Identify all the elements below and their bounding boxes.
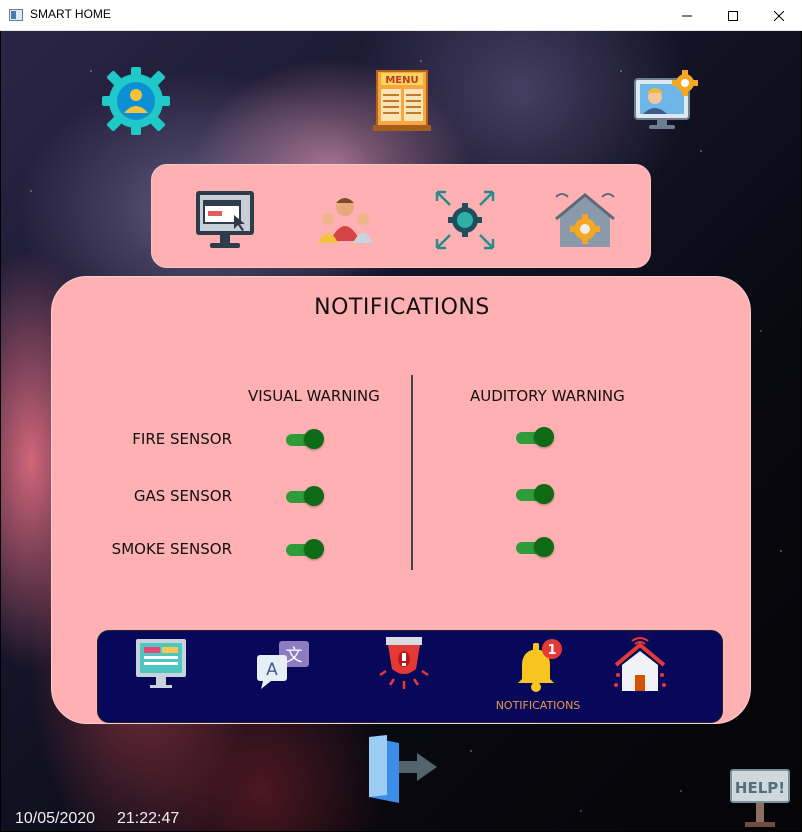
gas-sensor-label: GAS SENSOR — [133, 487, 232, 505]
notification-bell-icon[interactable]: 1 — [506, 635, 566, 695]
minimize-button[interactable] — [664, 0, 710, 31]
active-nav-label: NOTIFICATIONS — [495, 699, 581, 712]
fire-auditory-toggle[interactable] — [516, 427, 554, 447]
app-window-icon — [9, 9, 23, 21]
close-button[interactable] — [756, 0, 802, 31]
menu-board-icon[interactable]: MENU — [373, 67, 431, 133]
bottom-navigation: 文 A 1 NOTIFICATIONS — [97, 630, 723, 723]
notification-badge: 1 — [547, 643, 556, 658]
help-sign-text: HELP! — [735, 779, 785, 797]
window-title: SMART HOME — [30, 7, 111, 21]
title-bar: SMART HOME — [0, 0, 802, 31]
svg-text:A: A — [266, 660, 278, 680]
smart-home-gear-icon[interactable] — [554, 189, 616, 251]
translate-icon[interactable]: 文 A — [253, 635, 313, 695]
users-group-icon[interactable] — [314, 189, 376, 251]
smoke-auditory-toggle[interactable] — [516, 537, 554, 557]
close-icon — [774, 10, 784, 21]
maximize-button[interactable] — [710, 0, 756, 31]
expand-gear-icon[interactable] — [434, 189, 496, 251]
visual-warning-header: VISUAL WARNING — [248, 387, 380, 405]
smart-home-icon[interactable] — [610, 635, 670, 695]
status-date: 10/05/2020 — [15, 810, 96, 827]
notifications-panel: NOTIFICATIONS VISUAL WARNING AUDITORY WA… — [51, 276, 751, 724]
gas-visual-toggle[interactable] — [286, 486, 324, 506]
alarm-icon[interactable] — [374, 635, 434, 695]
gas-auditory-toggle[interactable] — [516, 484, 554, 504]
monitor-window-icon[interactable] — [194, 189, 256, 251]
status-time: 21:22:47 — [117, 810, 180, 827]
minimize-icon — [682, 15, 692, 16]
column-divider — [411, 375, 413, 570]
help-sign-icon[interactable]: HELP! — [727, 766, 793, 828]
fire-visual-toggle[interactable] — [286, 429, 324, 449]
smoke-visual-toggle[interactable] — [286, 539, 324, 559]
user-gear-icon[interactable] — [100, 65, 172, 137]
smoke-sensor-label: SMOKE SENSOR — [111, 540, 232, 558]
engineer-monitor-icon[interactable] — [633, 69, 701, 133]
svg-text:文: 文 — [286, 646, 303, 666]
maximize-icon — [728, 10, 738, 21]
panel-title: NOTIFICATIONS — [314, 295, 490, 320]
fire-sensor-label: FIRE SENSOR — [132, 430, 232, 448]
exit-door-icon[interactable] — [363, 733, 439, 805]
space-wallpaper: MENU NOTIFICATIONS VISUAL WARNING AUDITO… — [1, 31, 801, 831]
auditory-warning-header: AUDITORY WARNING — [470, 387, 625, 405]
svg-text:MENU: MENU — [385, 75, 418, 86]
feature-toolbar — [151, 164, 651, 268]
monitor-dashboard-icon[interactable] — [132, 635, 192, 695]
